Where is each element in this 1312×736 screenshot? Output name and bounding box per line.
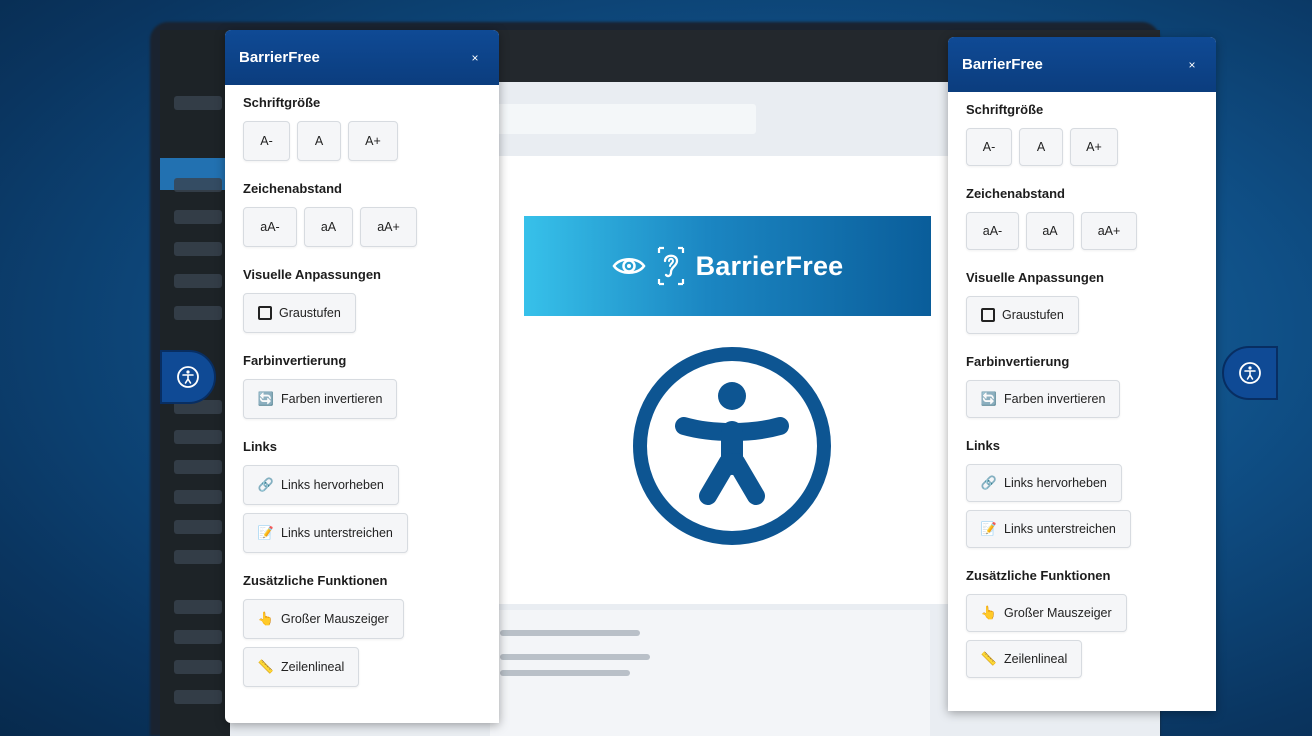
pointing-hand-icon: 👆 [980, 605, 998, 620]
font-size-increase-button[interactable]: A+ [348, 121, 398, 161]
accessibility-icon [177, 366, 199, 388]
invert-colors-button[interactable]: 🔄 Farben invertieren [243, 379, 398, 419]
large-cursor-button[interactable]: 👆 Großer Mauszeiger [243, 599, 404, 639]
underline-links-button[interactable]: 📝 Links unterstreichen [243, 513, 408, 553]
accessibility-toggle-button[interactable] [1222, 346, 1278, 400]
highlight-links-label: Links hervorheben [281, 478, 384, 492]
letter-spacing-reset-button[interactable]: aA [1026, 212, 1074, 250]
section-title-invert: Farbinvertierung [966, 354, 1070, 369]
grayscale-button[interactable]: Graustufen [243, 293, 356, 333]
section-title-extra: Zusätzliche Funktionen [966, 568, 1111, 583]
accessibility-panel-left: BarrierFree × Schriftgröße A- A A+ Zeich… [225, 30, 499, 723]
invert-colors-label: Farben invertieren [281, 392, 383, 406]
letter-spacing-increase-button[interactable]: aA+ [1081, 212, 1137, 250]
link-icon: 🔗 [257, 477, 275, 492]
refresh-icon: 🔄 [257, 391, 275, 406]
accessibility-toggle-button[interactable] [160, 350, 216, 404]
accessibility-symbol-icon [633, 347, 831, 545]
letter-spacing-increase-button[interactable]: aA+ [360, 207, 417, 247]
large-cursor-label: Großer Mauszeiger [281, 612, 389, 626]
large-cursor-button[interactable]: 👆 Großer Mauszeiger [966, 594, 1127, 632]
underline-links-button[interactable]: 📝 Links unterstreichen [966, 510, 1131, 548]
section-title-font-size: Schriftgröße [243, 95, 321, 110]
highlight-links-button[interactable]: 🔗 Links hervorheben [243, 465, 399, 505]
ruler-icon: 📏 [257, 659, 275, 674]
reading-ruler-button[interactable]: 📏 Zeilenlineal [243, 647, 360, 687]
font-size-decrease-button[interactable]: A- [243, 121, 290, 161]
reading-ruler-button[interactable]: 📏 Zeilenlineal [966, 640, 1083, 678]
letter-spacing-decrease-button[interactable]: aA- [966, 212, 1019, 250]
section-title-invert: Farbinvertierung [243, 353, 347, 368]
panel-title: BarrierFree [239, 49, 320, 66]
invert-colors-button[interactable]: 🔄 Farben invertieren [966, 380, 1121, 418]
highlight-links-label: Links hervorheben [1004, 476, 1107, 490]
letter-spacing-decrease-button[interactable]: aA- [243, 207, 297, 247]
font-size-decrease-button[interactable]: A- [966, 128, 1012, 166]
grayscale-button[interactable]: Graustufen [966, 296, 1079, 334]
section-title-letter-spacing: Zeichenabstand [243, 181, 342, 196]
promo-card: BarrierFree [499, 156, 948, 604]
background-editor-toolbar [490, 104, 756, 134]
brand-banner: BarrierFree [524, 216, 931, 316]
section-title-extra: Zusätzliche Funktionen [243, 573, 388, 588]
pointing-hand-icon: 👆 [257, 611, 275, 626]
grayscale-label: Graustufen [279, 306, 341, 320]
section-title-visual: Visuelle Anpassungen [243, 267, 381, 282]
letter-spacing-reset-button[interactable]: aA [304, 207, 353, 247]
panel-title: BarrierFree [962, 56, 1043, 73]
close-button[interactable]: × [465, 51, 485, 65]
close-button[interactable]: × [1182, 58, 1202, 72]
ruler-icon: 📏 [980, 651, 998, 666]
ear-icon [657, 246, 684, 286]
reading-ruler-label: Zeilenlineal [281, 660, 345, 674]
large-cursor-label: Großer Mauszeiger [1004, 606, 1112, 620]
font-size-increase-button[interactable]: A+ [1070, 128, 1118, 166]
brand-name: BarrierFree [695, 250, 844, 281]
section-title-links: Links [243, 439, 277, 454]
accessibility-panel-right: BarrierFree × Schriftgröße A- A A+ Zeich… [948, 37, 1216, 711]
memo-icon: 📝 [257, 525, 275, 540]
section-title-letter-spacing: Zeichenabstand [966, 186, 1065, 201]
square-icon [981, 308, 995, 322]
panel-header: BarrierFree × [948, 37, 1216, 92]
grayscale-label: Graustufen [1002, 308, 1064, 322]
link-icon: 🔗 [980, 475, 998, 490]
underline-links-label: Links unterstreichen [1004, 522, 1116, 536]
square-icon [258, 306, 272, 320]
panel-header: BarrierFree × [225, 30, 499, 85]
underline-links-label: Links unterstreichen [281, 526, 393, 540]
font-size-reset-button[interactable]: A [297, 121, 341, 161]
eye-icon [612, 258, 646, 274]
font-size-reset-button[interactable]: A [1019, 128, 1063, 166]
memo-icon: 📝 [980, 521, 998, 536]
accessibility-icon [1239, 362, 1261, 384]
highlight-links-button[interactable]: 🔗 Links hervorheben [966, 464, 1122, 502]
refresh-icon: 🔄 [980, 391, 998, 406]
reading-ruler-label: Zeilenlineal [1004, 652, 1068, 666]
invert-colors-label: Farben invertieren [1004, 392, 1106, 406]
section-title-visual: Visuelle Anpassungen [966, 270, 1104, 285]
background-content-card [490, 610, 930, 736]
section-title-links: Links [966, 438, 1000, 453]
section-title-font-size: Schriftgröße [966, 102, 1044, 117]
